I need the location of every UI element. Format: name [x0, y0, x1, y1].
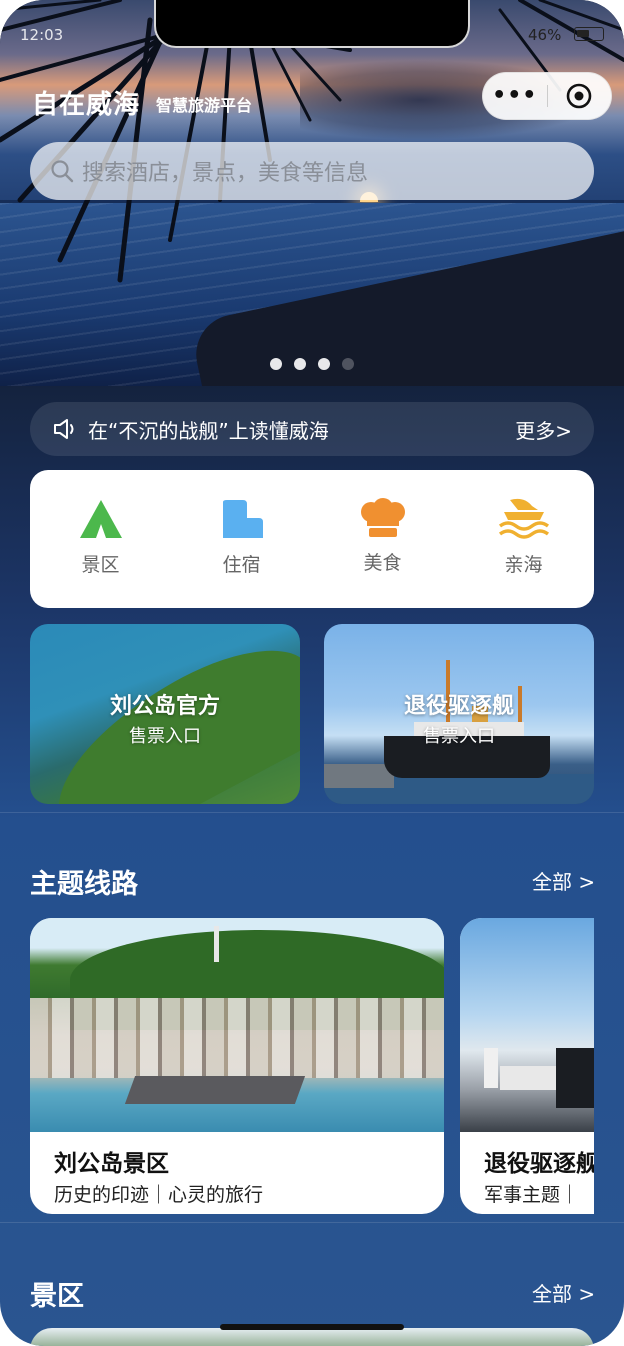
scenic-section-title: 景区 — [30, 1281, 84, 1312]
section-divider — [0, 812, 624, 813]
carousel-dot[interactable] — [342, 358, 354, 370]
home-indicator — [220, 1324, 404, 1330]
search-icon — [51, 160, 74, 183]
category-sea[interactable]: 亲海 — [453, 470, 594, 608]
ticket-title: 刘公岛官方 — [109, 694, 220, 719]
ship-bow — [556, 1048, 594, 1108]
route-card-liugong-island[interactable]: 刘公岛景区 历史的印迹｜心灵的旅行 — [30, 918, 444, 1214]
carousel-indicator — [270, 358, 354, 370]
notice-more-link[interactable]: 更多> — [515, 415, 572, 444]
route-title: 退役驱逐舰 — [484, 1151, 594, 1177]
route-image — [30, 918, 444, 1132]
carousel-dot-active[interactable] — [318, 358, 330, 370]
ticket-subtitle: 售票入口 — [423, 726, 495, 747]
tv-tower — [214, 926, 219, 962]
building-icon — [222, 500, 263, 538]
notice-text: 在“不沉的战舰”上读懂威海 — [88, 418, 329, 443]
routes-view-all-link[interactable]: 全部 > — [532, 866, 595, 895]
search-bar[interactable]: 搜索酒店，景点，美食等信息 — [30, 142, 594, 200]
app-screen: 12:03 46% 自在威海 智慧旅游平台 ••• 搜索酒店，景点，美食等信息 … — [0, 0, 624, 1346]
category-lodging[interactable]: 住宿 — [171, 470, 312, 608]
pier — [324, 764, 394, 788]
category-label: 亲海 — [504, 554, 543, 576]
chef-hat-icon — [360, 498, 405, 537]
route-title: 刘公岛景区 — [54, 1151, 169, 1177]
carousel-dot[interactable] — [294, 358, 306, 370]
town-buildings — [30, 998, 444, 1078]
category-grid: 景区 住宿 美食 亲海 — [30, 470, 594, 608]
scenic-view-all-link[interactable]: 全部 > — [532, 1278, 595, 1307]
section-divider — [0, 1222, 624, 1223]
carousel-dot[interactable] — [270, 358, 282, 370]
ticket-subtitle: 售票入口 — [129, 726, 201, 747]
battery-icon — [574, 27, 604, 41]
ticket-title: 退役驱逐舰 — [403, 694, 514, 719]
category-food[interactable]: 美食 — [312, 470, 453, 608]
wave-icon — [498, 498, 549, 539]
notice-bar[interactable]: 在“不沉的战舰”上读懂威海 更多> — [30, 402, 594, 456]
app-subtitle: 智慧旅游平台 — [156, 96, 253, 115]
app-title: 自在威海 — [32, 90, 141, 120]
search-placeholder: 搜索酒店，景点，美食等信息 — [82, 161, 369, 186]
route-card-destroyer[interactable]: 退役驱逐舰 军事主题｜ — [460, 918, 594, 1214]
route-image — [460, 918, 594, 1132]
miniprogram-capsule: ••• — [482, 72, 612, 120]
target-icon — [566, 83, 592, 109]
status-time: 12:03 — [20, 26, 64, 44]
quay — [124, 1076, 306, 1104]
route-subtitle: 军事主题｜ — [484, 1184, 580, 1206]
category-scenic[interactable]: 景区 — [30, 470, 171, 608]
category-label: 住宿 — [222, 554, 261, 576]
route-subtitle: 历史的印迹｜心灵的旅行 — [54, 1184, 264, 1206]
routes-section-title: 主题线路 — [30, 869, 138, 900]
close-miniprogram-button[interactable] — [548, 82, 612, 110]
more-menu-button[interactable]: ••• — [483, 72, 547, 120]
category-label: 景区 — [81, 554, 120, 576]
ticket-card-destroyer[interactable]: 退役驱逐舰 售票入口 — [324, 624, 594, 804]
tent-icon — [79, 500, 122, 538]
battery-percent: 46% — [528, 26, 562, 44]
speaker-icon — [54, 419, 74, 439]
category-label: 美食 — [363, 552, 402, 574]
scenic-card[interactable] — [30, 1328, 594, 1346]
lighthouse — [484, 1048, 498, 1088]
ticket-card-liugong-island[interactable]: 刘公岛官方 售票入口 — [30, 624, 300, 804]
device-notch — [154, 0, 470, 48]
harbor-building — [500, 1066, 560, 1090]
